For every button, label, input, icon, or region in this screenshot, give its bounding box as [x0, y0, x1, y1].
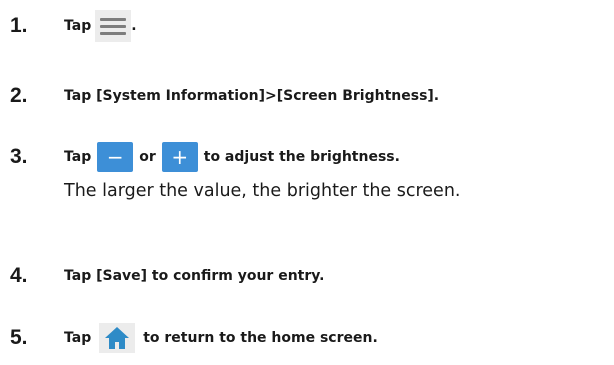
home-icon [99, 323, 136, 353]
step-text-after: . [131, 18, 137, 34]
step-text-after: to return to the home screen. [143, 330, 378, 346]
step-text-before: Tap [64, 330, 92, 346]
step-instruction: Tap − or + to adjust the brightness. [64, 142, 400, 172]
step-instruction: Tap to return to the home screen. [64, 323, 378, 353]
minus-button-icon: − [97, 142, 134, 172]
step-number: 1. [10, 14, 28, 37]
step-instruction: Tap [Save] to confirm your entry. [64, 268, 325, 284]
step-instruction: Tap [System Information]>[Screen Brightn… [64, 88, 440, 104]
step-number: 2. [10, 84, 28, 107]
home-icon-graphic [105, 327, 130, 349]
hamburger-menu-icon [95, 10, 132, 42]
step-instruction: Tap . [64, 10, 137, 42]
plus-button-icon: + [161, 142, 198, 172]
step-text-middle: or [139, 149, 156, 165]
step-text-after: to adjust the brightness. [203, 149, 400, 165]
step-note: The larger the value, the brighter the s… [64, 181, 461, 201]
step-text-before: Tap [64, 149, 92, 165]
step-number: 4. [10, 264, 28, 287]
step-number: 3. [10, 145, 28, 168]
step-number: 5. [10, 326, 28, 349]
step-text-before: Tap [64, 18, 92, 34]
